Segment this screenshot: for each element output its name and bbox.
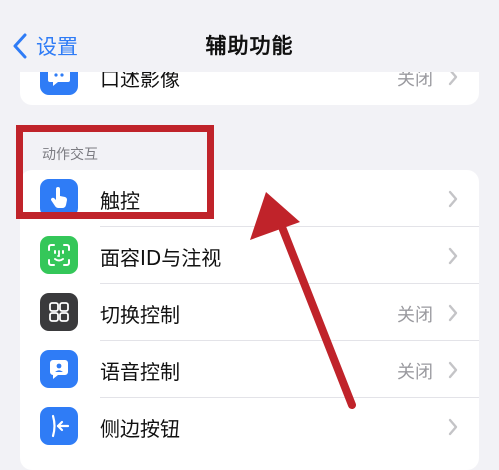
face-id-icon [40,236,78,274]
settings-row-side-button[interactable]: 侧边按钮 [20,398,479,455]
chevron-right-icon [448,361,458,379]
settings-row-label: 面容ID与注视 [100,246,222,270]
chevron-right-icon [448,418,458,436]
switch-grid-icon [40,293,78,331]
chevron-right-icon [448,190,458,208]
chevron-right-icon [448,247,458,265]
settings-row-label: 语音控制 [100,360,180,384]
settings-row-value: 关闭 [397,362,433,383]
settings-row-label: 切换控制 [100,303,180,327]
chevron-right-icon [448,304,458,322]
settings-row-face-id[interactable]: 面容ID与注视 [20,227,479,284]
settings-row-value: 关闭 [397,305,433,326]
side-button-icon [40,407,78,445]
highlight-box [16,125,214,219]
settings-row-voice-control[interactable]: 语音控制 关闭 [20,341,479,398]
settings-row-label: 侧边按钮 [100,417,180,441]
page-title: 辅助功能 [205,34,294,58]
voice-control-icon [40,350,78,388]
navigation-bar: 设置 辅助功能 [0,0,499,72]
settings-row-switch-control[interactable]: 切换控制 关闭 [20,284,479,341]
